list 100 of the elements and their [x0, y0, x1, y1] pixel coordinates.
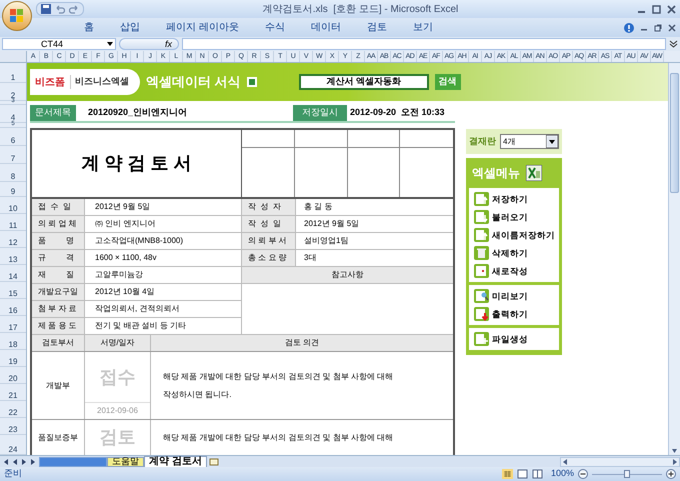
row-header[interactable]: 20: [8, 375, 18, 383]
field-label: 총 소 요 량: [242, 250, 296, 267]
column-heading: 검토 의견: [284, 337, 320, 349]
saved-time-label: 저장일시: [293, 105, 347, 121]
formula-input[interactable]: [182, 38, 666, 50]
approval-select[interactable]: 4개: [500, 134, 559, 149]
page-break-icon[interactable]: [532, 469, 543, 479]
menu-item[interactable]: 출력하기: [474, 307, 554, 321]
maximize-icon[interactable]: [652, 4, 661, 14]
scroll-right-icon[interactable]: [672, 458, 677, 464]
status-text: 준비: [4, 467, 22, 480]
form-title: 계 약 검 토 서: [81, 152, 192, 175]
review-opinion: 해당 제품 개발에 대한 담당 부서의 검토의견 및 첨부 사항에 대해: [163, 370, 394, 382]
sheet-tab[interactable]: 계약 검토서: [144, 456, 207, 468]
search-field[interactable]: 계산서 엑셀자동화: [298, 74, 429, 90]
scrollbar-thumb[interactable]: [670, 73, 679, 193]
row-header[interactable]: 16: [8, 307, 18, 315]
row-header[interactable]: 21: [8, 392, 18, 400]
menu-item[interactable]: 새로작성: [474, 264, 554, 278]
field-label: 의 뢰 업 체: [32, 216, 85, 233]
ribbon-tab[interactable]: 검토: [366, 20, 387, 35]
vertical-scrollbar[interactable]: [668, 63, 680, 455]
zoom-in-icon[interactable]: [666, 469, 676, 479]
office-button[interactable]: [2, 1, 32, 31]
field-label: 첨 부 자 료: [32, 301, 85, 318]
row-header[interactable]: 10: [8, 205, 18, 213]
menu-item[interactable]: 미리보기: [474, 289, 554, 303]
document-plus-icon: [474, 332, 489, 346]
row-header[interactable]: 23: [8, 426, 18, 434]
row-header[interactable]: 7: [10, 155, 16, 163]
row-header[interactable]: 6: [10, 137, 16, 145]
normal-view-icon[interactable]: [502, 469, 513, 479]
row-header[interactable]: 4: [10, 114, 16, 122]
restore-icon[interactable]: [654, 24, 662, 32]
field-value: 설비영업1팀: [296, 233, 453, 250]
row-header[interactable]: 17: [8, 324, 18, 332]
ribbon-tab[interactable]: 홈: [84, 20, 94, 35]
row-header[interactable]: 8: [10, 173, 16, 181]
department-name: 품질보증부: [38, 432, 78, 444]
zoom-level: 100%: [550, 467, 574, 480]
row-header[interactable]: 11: [8, 222, 18, 230]
field-label: 제 품 용 도: [32, 318, 85, 335]
saved-time-value: 2012-09-20 오전 10:33: [350, 106, 445, 120]
new-sheet-icon[interactable]: [206, 456, 221, 466]
horizontal-scrollbar[interactable]: [560, 456, 680, 466]
row-header[interactable]: 22: [8, 409, 18, 417]
document-icon: [474, 264, 489, 278]
review-opinion: 작성하시면 됩니다.: [163, 388, 232, 400]
ribbon-tab[interactable]: 삽입: [120, 20, 140, 35]
field-label: 품 명: [32, 233, 85, 250]
row-header[interactable]: 15: [8, 290, 18, 298]
expand-icon[interactable]: [669, 39, 678, 49]
name-box[interactable]: CT44: [2, 38, 116, 50]
field-value: 홍 길 동: [296, 199, 453, 216]
row-header[interactable]: 1: [10, 74, 16, 82]
scroll-left-icon[interactable]: [563, 458, 568, 464]
ribbon-tab[interactable]: 보기: [412, 20, 433, 35]
menu-item[interactable]: 새이름저장하기: [474, 228, 554, 242]
notes-header: 참고사항: [242, 267, 453, 284]
caret-icon: [107, 42, 113, 46]
redo-icon[interactable]: [69, 4, 79, 14]
window-title: 계약검토서.xls [호환 모드] - Microsoft Excel: [262, 2, 460, 16]
field-value: 2012년 9월 5일: [85, 199, 242, 216]
row-header[interactable]: 9: [10, 188, 16, 196]
row-header[interactable]: 19: [8, 358, 18, 366]
menu-item[interactable]: 불러오기: [474, 210, 554, 224]
sheet-tab[interactable]: 도움말: [107, 456, 144, 466]
close-icon[interactable]: [667, 4, 676, 14]
field-value: 고소작업대(MNB8-1000): [85, 233, 242, 250]
field-value: ㈜ 인비 엔지니어: [85, 216, 242, 233]
help-icon[interactable]: [624, 22, 634, 32]
row-header[interactable]: 13: [8, 256, 18, 264]
ribbon-tab[interactable]: 수식: [264, 20, 285, 35]
ribbon-tab[interactable]: 페이지 레이아웃: [166, 20, 239, 35]
field-label: 의 뢰 부 서: [242, 233, 296, 250]
zoom-slider-thumb[interactable]: [624, 470, 630, 478]
menu-title: 엑셀메뉴: [472, 165, 520, 182]
menu-item[interactable]: 파일생성: [474, 332, 554, 346]
ribbon-tab[interactable]: 데이터: [310, 20, 341, 35]
field-value: 2012년 9월 5일: [296, 216, 453, 233]
row-header[interactable]: 18: [8, 341, 18, 349]
row-header[interactable]: 24: [8, 446, 18, 454]
function-button[interactable]: fx: [119, 38, 179, 50]
row-header[interactable]: 12: [8, 239, 18, 247]
document-title-label: 문서제목: [30, 105, 76, 121]
close-icon[interactable]: [668, 24, 676, 32]
brand-logo: 비즈폼: [35, 76, 65, 90]
review-date: 2012-09-06: [85, 402, 150, 419]
page-layout-icon[interactable]: [516, 469, 528, 479]
zoom-slider[interactable]: [592, 469, 662, 479]
undo-icon[interactable]: [55, 4, 65, 14]
zoom-out-icon[interactable]: [578, 469, 588, 479]
menu-item[interactable]: 저장하기: [474, 192, 554, 206]
field-value: 2012년 10월 4일: [85, 284, 242, 301]
field-label: 재 질: [32, 267, 85, 284]
row-header[interactable]: 14: [8, 273, 18, 281]
save-icon[interactable]: [41, 4, 51, 14]
approval-label: 결재란: [469, 134, 496, 148]
menu-item[interactable]: 삭제하기: [474, 246, 554, 260]
field-label: 개발요구일: [32, 284, 85, 301]
